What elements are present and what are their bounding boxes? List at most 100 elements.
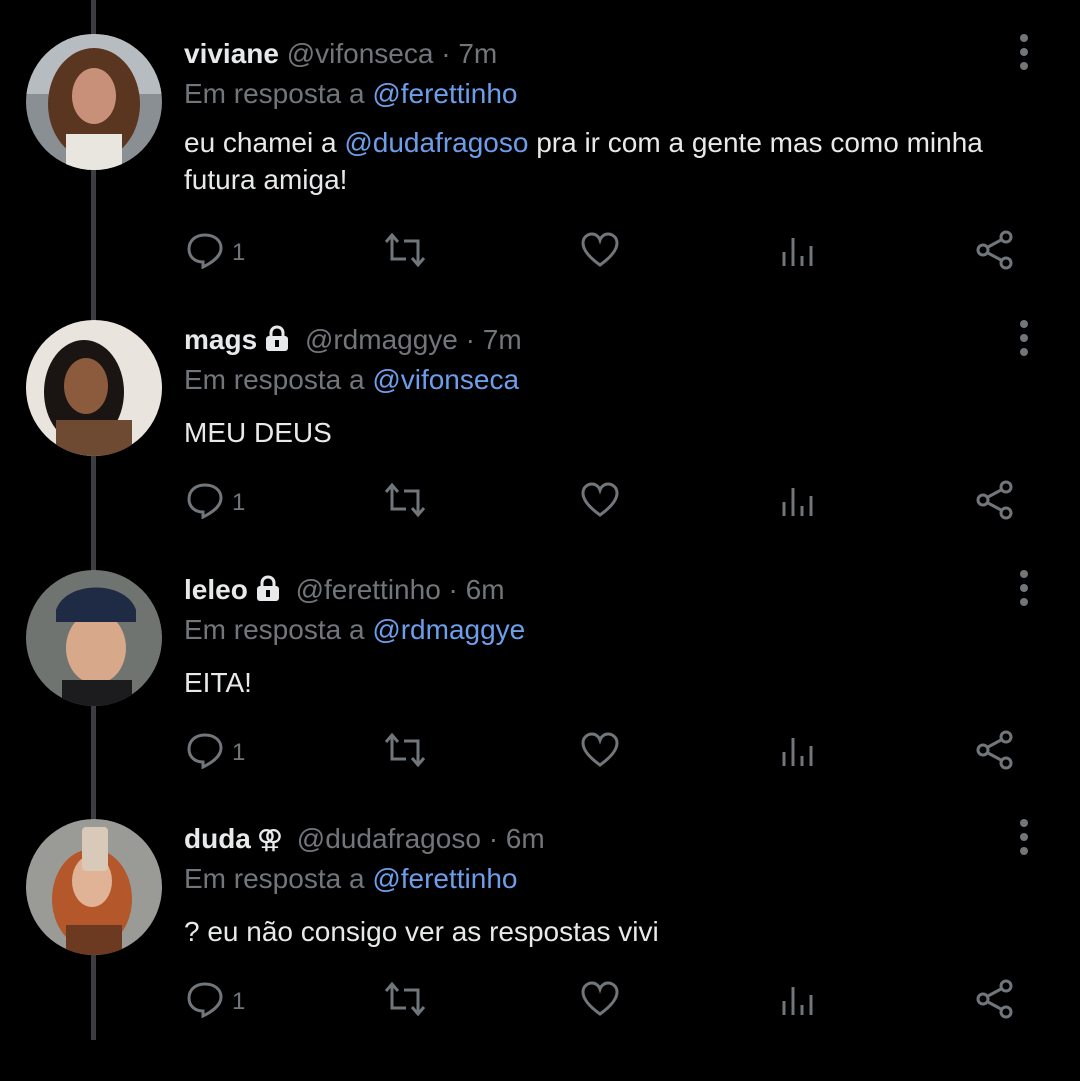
user-handle[interactable]: @dudafragoso <box>297 823 481 854</box>
views-button[interactable] <box>780 730 816 776</box>
separator-dot: · <box>465 324 475 355</box>
avatar[interactable] <box>26 819 162 955</box>
like-icon <box>580 731 620 776</box>
reply-mention[interactable]: @ferettinho <box>372 78 517 109</box>
separator-dot: · <box>441 38 451 69</box>
like-button[interactable] <box>580 230 620 276</box>
more-icon[interactable] <box>1011 318 1037 358</box>
share-button[interactable] <box>974 979 1016 1025</box>
timestamp[interactable]: 7m <box>458 38 497 69</box>
reply-prefix: Em resposta a <box>184 614 373 645</box>
retweet-icon <box>382 980 428 1025</box>
views-icon <box>780 230 816 277</box>
reply-button[interactable]: 1 <box>186 230 245 276</box>
more-icon[interactable] <box>1011 568 1037 608</box>
user-handle[interactable]: @vifonseca <box>287 38 434 69</box>
like-icon <box>580 980 620 1025</box>
retweet-icon <box>382 731 428 776</box>
reply-mention[interactable]: @vifonseca <box>372 364 519 395</box>
timestamp[interactable]: 6m <box>506 823 545 854</box>
reply-count: 1 <box>232 489 246 516</box>
retweet-button[interactable] <box>382 480 428 526</box>
user-handle[interactable]: @rdmaggye <box>305 324 458 355</box>
display-name[interactable]: leleo <box>184 574 248 605</box>
retweet-icon <box>382 481 428 526</box>
tweet-text: eu chamei a @dudafragoso pra ir com a ge… <box>184 124 1044 198</box>
comment-icon <box>186 980 224 1025</box>
tweet-actions: 1 <box>0 979 1080 1025</box>
tweet-text: MEU DEUS <box>184 414 1044 451</box>
reply-context: Em resposta a @rdmaggye <box>184 610 525 650</box>
tweet-text-part: MEU DEUS <box>184 417 332 448</box>
tweet-header: leleo @ferettinho · 6m <box>184 570 505 610</box>
tweet[interactable]: leleo @ferettinho · 6m Em resposta a @rd… <box>0 570 1080 832</box>
reply-count: 1 <box>232 988 246 1015</box>
share-icon <box>974 729 1016 778</box>
reply-button[interactable]: 1 <box>186 480 245 526</box>
tweet-text-part: eu chamei a <box>184 127 345 158</box>
like-icon <box>580 231 620 276</box>
views-button[interactable] <box>780 480 816 526</box>
comment-icon <box>186 231 224 276</box>
avatar[interactable] <box>26 320 162 456</box>
like-button[interactable] <box>580 979 620 1025</box>
separator-dot: · <box>448 574 458 605</box>
tweet-actions: 1 <box>0 730 1080 776</box>
user-handle[interactable]: @ferettinho <box>296 574 441 605</box>
share-button[interactable] <box>974 480 1016 526</box>
like-icon <box>580 481 620 526</box>
tweet-header: viviane @vifonseca · 7m <box>184 34 497 74</box>
views-button[interactable] <box>780 230 816 276</box>
avatar[interactable] <box>26 34 162 170</box>
share-button[interactable] <box>974 730 1016 776</box>
retweet-button[interactable] <box>382 730 428 776</box>
like-button[interactable] <box>580 480 620 526</box>
share-icon <box>974 229 1016 278</box>
lock-icon <box>263 323 291 363</box>
views-icon <box>780 480 816 527</box>
comment-icon <box>186 481 224 526</box>
double-venus-icon: ⚢ <box>256 824 284 854</box>
retweet-button[interactable] <box>382 979 428 1025</box>
tweet-header: duda ⚢ @dudafragoso · 6m <box>184 819 545 859</box>
retweet-button[interactable] <box>382 230 428 276</box>
more-icon[interactable] <box>1011 817 1037 857</box>
reply-count: 1 <box>232 739 246 766</box>
display-name[interactable]: mags <box>184 324 257 355</box>
separator-dot: · <box>488 823 499 854</box>
views-button[interactable] <box>780 979 816 1025</box>
tweet-mention[interactable]: @dudafragoso <box>344 127 528 158</box>
reply-count: 1 <box>232 239 246 266</box>
timestamp[interactable]: 7m <box>483 324 522 355</box>
reply-context: Em resposta a @vifonseca <box>184 360 519 400</box>
views-icon <box>780 979 816 1026</box>
reply-button[interactable]: 1 <box>186 730 245 776</box>
tweet[interactable]: mags @rdmaggye · 7m Em resposta a @vifon… <box>0 320 1080 582</box>
share-button[interactable] <box>974 230 1016 276</box>
tweet[interactable]: duda ⚢ @dudafragoso · 6m Em resposta a @f… <box>0 819 1080 1081</box>
share-icon <box>974 978 1016 1027</box>
tweet-text-part: ? eu não consigo ver as respostas vivi <box>184 916 659 947</box>
lock-icon <box>254 573 282 613</box>
share-icon <box>974 479 1016 528</box>
reply-prefix: Em resposta a <box>184 78 373 109</box>
more-icon[interactable] <box>1011 32 1037 72</box>
tweet-text: EITA! <box>184 664 1044 701</box>
display-name[interactable]: viviane <box>184 38 279 69</box>
retweet-icon <box>382 231 428 276</box>
reply-prefix: Em resposta a <box>184 364 373 395</box>
reply-mention[interactable]: @rdmaggye <box>372 614 525 645</box>
timestamp[interactable]: 6m <box>466 574 505 605</box>
tweet[interactable]: viviane @vifonseca · 7m Em resposta a @f… <box>0 34 1080 296</box>
display-name[interactable]: duda <box>184 823 251 854</box>
tweet-text: ? eu não consigo ver as respostas vivi <box>184 913 1044 950</box>
reply-mention[interactable]: @ferettinho <box>372 863 517 894</box>
avatar[interactable] <box>26 570 162 706</box>
reply-button[interactable]: 1 <box>186 979 245 1025</box>
tweet-actions: 1 <box>0 480 1080 526</box>
tweet-text-part: EITA! <box>184 667 252 698</box>
reply-prefix: Em resposta a <box>184 863 373 894</box>
like-button[interactable] <box>580 730 620 776</box>
tweet-actions: 1 <box>0 230 1080 276</box>
tweet-header: mags @rdmaggye · 7m <box>184 320 522 360</box>
